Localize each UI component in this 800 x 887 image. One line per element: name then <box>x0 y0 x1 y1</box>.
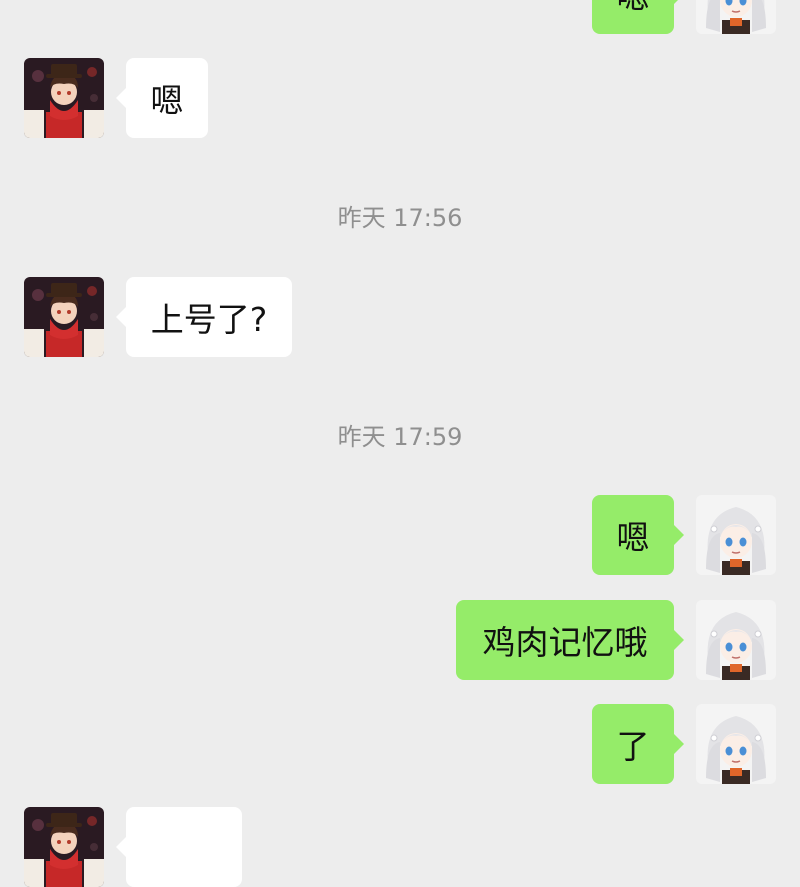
message-text: 了 <box>616 727 650 766</box>
contact-avatar[interactable] <box>24 807 104 887</box>
contact-avatar-image <box>24 277 104 357</box>
contact-avatar-image <box>24 58 104 138</box>
message-bubble-outgoing[interactable]: 嗯 <box>592 0 684 34</box>
message-text: 鸡肉记忆哦 <box>482 623 648 662</box>
message-text: 嗯 <box>150 81 184 120</box>
message-text: 嗯 <box>616 518 650 557</box>
contact-avatar[interactable] <box>24 58 104 138</box>
self-avatar[interactable] <box>696 0 776 34</box>
self-avatar[interactable] <box>696 704 776 784</box>
message-bubble-outgoing[interactable]: 了 <box>592 704 684 784</box>
self-avatar-image <box>696 600 776 680</box>
self-avatar[interactable] <box>696 495 776 575</box>
message-text: 嗯 <box>617 0 650 18</box>
self-avatar-image <box>696 0 776 34</box>
contact-avatar[interactable] <box>24 277 104 357</box>
self-avatar-image <box>696 704 776 784</box>
message-text: 上号了? <box>150 300 268 339</box>
message-bubble-incoming[interactable]: 嗯 <box>116 58 208 138</box>
self-avatar-image <box>696 495 776 575</box>
timestamp-divider: 昨天 17:59 <box>337 423 463 451</box>
contact-avatar-image <box>24 807 104 887</box>
message-bubble-incoming[interactable]: 上号了? <box>116 277 292 357</box>
message-bubble-incoming[interactable] <box>116 807 242 887</box>
message-bubble-outgoing[interactable]: 鸡肉记忆哦 <box>456 600 684 680</box>
self-avatar[interactable] <box>696 600 776 680</box>
message-bubble-outgoing[interactable]: 嗯 <box>592 495 684 575</box>
timestamp-divider: 昨天 17:56 <box>337 204 463 232</box>
